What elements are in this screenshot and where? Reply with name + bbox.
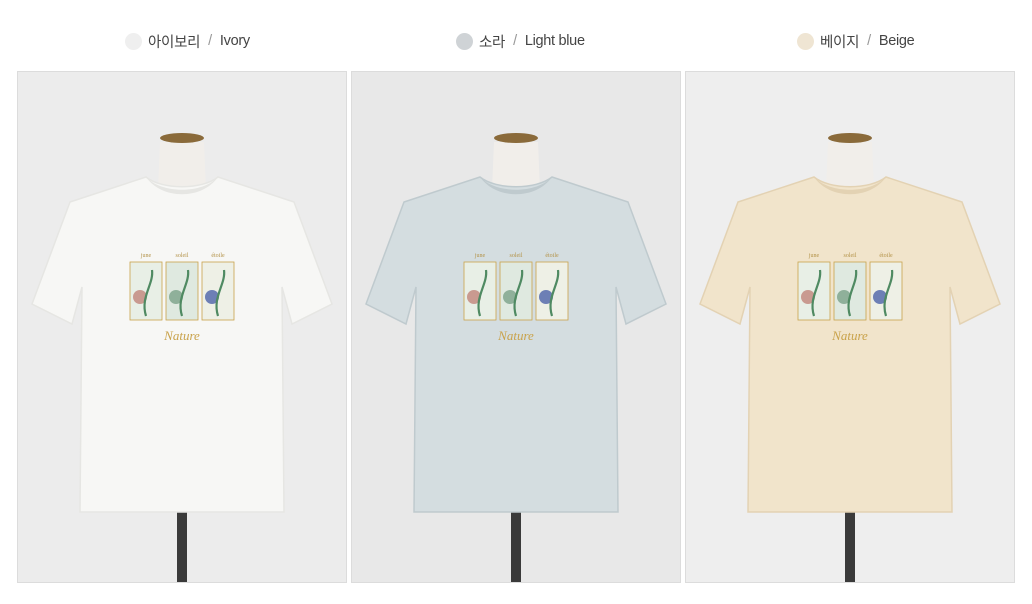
print-script: Nature (497, 328, 534, 343)
mannequin-cap (828, 133, 872, 143)
print-script: Nature (831, 328, 868, 343)
color-name-separator: / (208, 33, 212, 49)
color-option-ivory[interactable]: 아이보리 / Ivory (125, 28, 250, 54)
color-name-separator: / (867, 33, 871, 49)
color-options-row: 아이보리 / Ivory 소라 / Light blue 베이지 / Beige (0, 28, 1032, 54)
print-word: june (474, 253, 486, 259)
print-word: étoile (545, 253, 559, 259)
print-word: étoile (879, 253, 893, 259)
print-word: soleil (510, 253, 523, 259)
color-name-english: Light blue (524, 33, 585, 49)
mannequin-cap (160, 133, 204, 143)
color-swatch-icon (125, 32, 142, 50)
color-name-korean: 아이보리 (148, 34, 201, 51)
tshirt-illustration: june soleil étoile Nature (686, 72, 1014, 582)
print-word: étoile (211, 253, 225, 259)
color-option-beige[interactable]: 베이지 / Beige (797, 28, 915, 54)
mannequin-neck (158, 142, 206, 190)
print-word: june (140, 253, 152, 259)
mannequin-neck (492, 142, 540, 190)
color-name-english: Ivory (219, 33, 250, 49)
product-photo-ivory[interactable]: june soleil étoile Nature (17, 71, 347, 583)
color-name-english: Beige (878, 33, 915, 49)
print-word: june (808, 253, 820, 259)
mannequin-cap (494, 133, 538, 143)
print-word: soleil (844, 253, 857, 259)
mannequin-neck (826, 142, 874, 190)
print-script: Nature (163, 328, 200, 343)
print-word: soleil (176, 253, 189, 259)
color-swatch-icon (797, 32, 814, 50)
color-name-korean: 소라 (479, 34, 506, 51)
color-name-separator: / (513, 33, 517, 49)
tshirt-illustration: june soleil étoile Nature (18, 72, 346, 582)
color-option-light-blue[interactable]: 소라 / Light blue (456, 28, 585, 54)
product-photo-light-blue[interactable]: june soleil étoile Nature (351, 71, 681, 583)
color-swatch-icon (456, 32, 473, 50)
product-photo-beige[interactable]: june soleil étoile Nature (685, 71, 1015, 583)
color-name-korean: 베이지 (820, 34, 860, 51)
tshirt-illustration: june soleil étoile Nature (352, 72, 680, 582)
